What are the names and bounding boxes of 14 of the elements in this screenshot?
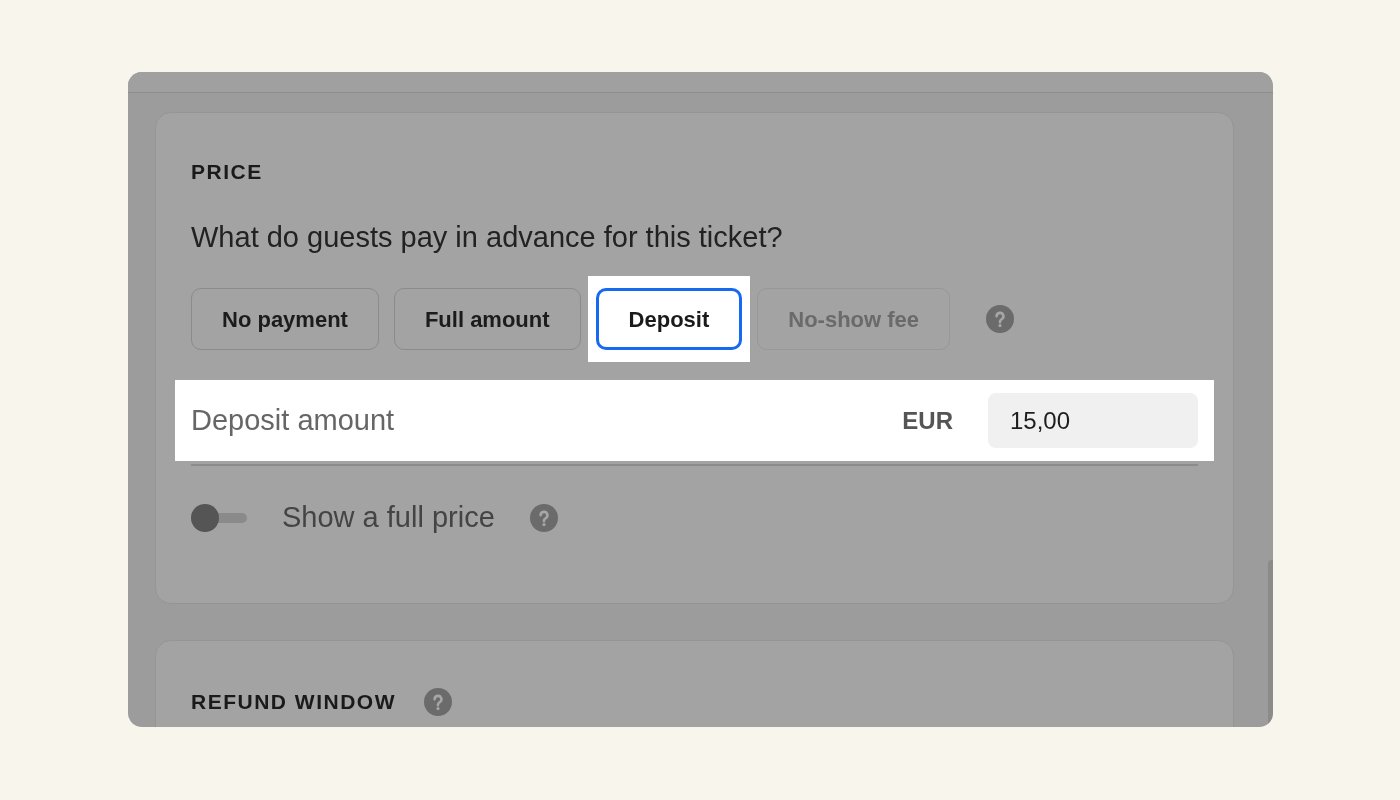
help-icon[interactable]: [529, 503, 558, 532]
help-icon[interactable]: [424, 687, 452, 716]
field-label: Deposit amount: [191, 402, 395, 438]
currency-label: EUR: [902, 405, 953, 436]
question-text: What do guests pay in advance for this ticket?: [191, 221, 783, 253]
payment-option-button[interactable]: No payment: [191, 288, 379, 350]
amount-input[interactable]: 15,00: [988, 393, 1198, 448]
toggle-label: Show a full price: [282, 500, 495, 535]
payment-option-button[interactable]: Deposit: [595, 288, 743, 350]
section-heading: REFUND WINDOW: [191, 689, 396, 714]
toggle-switch[interactable]: [191, 503, 247, 532]
help-icon[interactable]: [986, 305, 1015, 333]
payment-option-button[interactable]: Full amount: [393, 288, 581, 350]
section-heading: PRICE: [191, 160, 263, 184]
